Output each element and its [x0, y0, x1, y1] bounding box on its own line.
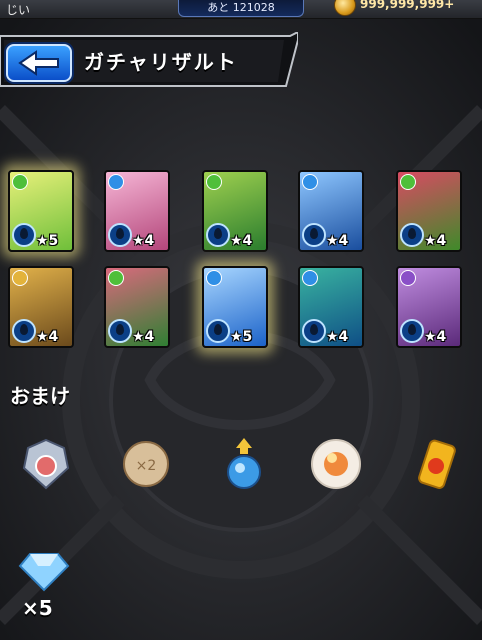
gem-count: ×5 — [22, 596, 53, 620]
drop-icon — [206, 223, 230, 247]
element-icon — [400, 174, 416, 190]
rarity-label: ★4 — [230, 233, 253, 249]
player-name: じい — [6, 3, 31, 17]
element-icon — [108, 270, 124, 286]
coin-amount: 999,999,999+ — [360, 0, 455, 11]
fire-can-icon[interactable] — [408, 436, 464, 492]
drop-icon — [108, 319, 132, 343]
fire-sphere-icon[interactable] — [308, 436, 364, 492]
rarity-label: ★4 — [132, 329, 155, 345]
rarity-label: ★5 — [36, 233, 59, 249]
drop-icon — [206, 319, 230, 343]
element-icon — [206, 270, 222, 286]
drop-icon — [12, 319, 36, 343]
coin-icon — [334, 0, 356, 16]
element-icon — [108, 174, 124, 190]
cookie-x2-icon[interactable]: ×2 — [118, 436, 174, 492]
monster-card[interactable]: ★4 — [396, 170, 462, 252]
drop-icon — [400, 223, 424, 247]
drop-icon — [12, 223, 36, 247]
monster-card[interactable]: ★5 — [8, 170, 74, 252]
bonus-label: おまけ — [10, 384, 70, 408]
element-icon — [400, 270, 416, 286]
monster-card[interactable]: ★5 — [202, 266, 268, 348]
rarity-label: ★4 — [326, 329, 349, 345]
element-icon — [12, 174, 28, 190]
diamond-gem-icon — [16, 540, 72, 596]
drop-icon — [302, 223, 326, 247]
blue-orb-potion-icon[interactable] — [216, 436, 272, 492]
monster-card[interactable]: ★4 — [298, 266, 364, 348]
element-icon — [302, 174, 318, 190]
monster-card[interactable]: ★4 — [104, 170, 170, 252]
exp-remaining: あと 121028 — [178, 0, 304, 17]
rarity-label: ★4 — [132, 233, 155, 249]
page-title: ガチャリザルト — [84, 50, 238, 74]
drop-icon — [302, 319, 326, 343]
element-icon — [12, 270, 28, 286]
left-arrow-icon — [18, 50, 59, 76]
rarity-label: ★4 — [326, 233, 349, 249]
status-bar: じい あと 121028 999,999,999+ — [0, 0, 482, 19]
silver-medal-icon[interactable] — [18, 436, 74, 492]
rarity-label: ★4 — [36, 329, 59, 345]
monster-card[interactable]: ★4 — [298, 170, 364, 252]
back-button[interactable] — [6, 44, 72, 82]
drop-icon — [108, 223, 132, 247]
drop-icon — [400, 319, 424, 343]
rarity-label: ★5 — [230, 329, 253, 345]
cookie-multiplier: ×2 — [136, 458, 157, 474]
element-icon — [302, 270, 318, 286]
monster-card[interactable]: ★4 — [104, 266, 170, 348]
monster-card[interactable]: ★4 — [8, 266, 74, 348]
rarity-label: ★4 — [424, 233, 447, 249]
monster-card[interactable]: ★4 — [202, 170, 268, 252]
element-icon — [206, 174, 222, 190]
rarity-label: ★4 — [424, 329, 447, 345]
monster-card[interactable]: ★4 — [396, 266, 462, 348]
